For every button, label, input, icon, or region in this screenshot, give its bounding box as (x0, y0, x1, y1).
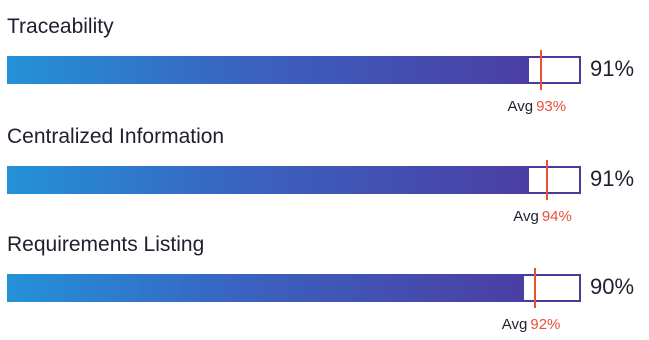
average-value: 94% (541, 208, 572, 225)
category-label: Requirements Listing (7, 233, 205, 256)
average-label: Avg 93% (508, 97, 567, 117)
value-label: 91% (590, 56, 635, 81)
average-marker (534, 268, 537, 308)
bar-fill (7, 166, 530, 194)
average-word: Avg (507, 98, 534, 115)
bar-fill (7, 274, 524, 302)
bar-row-centralized-information: Centralized Information 91% Avg 94% (0, 124, 649, 232)
value-label: 90% (590, 274, 635, 299)
horizontal-bar-chart: Traceability 91% Avg 93% Centralized Info… (0, 0, 649, 333)
bar-fill (7, 56, 530, 84)
value-label: 91% (590, 166, 635, 191)
bar-track (7, 274, 581, 302)
average-label: Avg 94% (513, 207, 572, 227)
category-label: Centralized Information (7, 125, 225, 148)
average-value: 93% (536, 98, 567, 115)
category-label: Traceability (7, 15, 114, 38)
average-value: 92% (530, 316, 561, 333)
average-word: Avg (501, 316, 528, 333)
average-word: Avg (513, 208, 539, 225)
average-label: Avg 92% (502, 315, 561, 335)
bar-track (7, 56, 581, 84)
average-marker (539, 50, 542, 90)
bar-row-requirements-listing: Requirements Listing 90% Avg 92% (0, 232, 649, 340)
bar-track (7, 166, 581, 194)
average-marker (545, 160, 548, 200)
bar-row-traceability: Traceability 91% Avg 93% (0, 14, 649, 122)
